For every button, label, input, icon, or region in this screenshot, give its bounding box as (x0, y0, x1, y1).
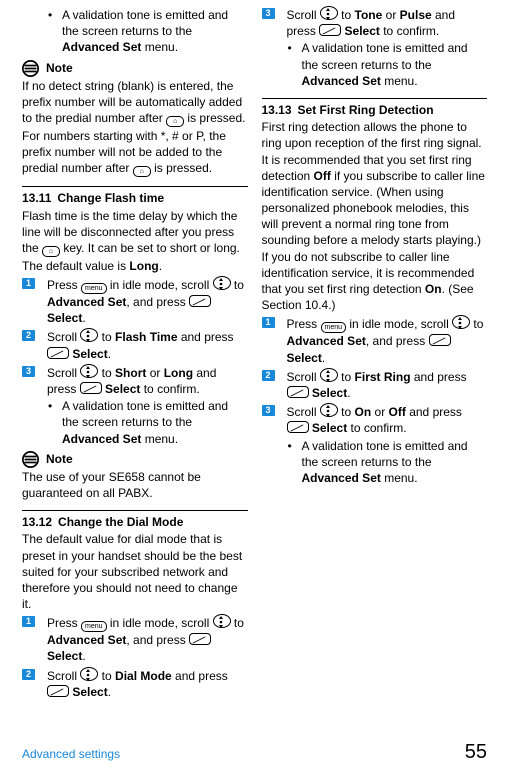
validation-bullet: • A validation tone is emitted and the s… (262, 40, 488, 89)
menu-key-icon: menu (81, 283, 107, 294)
validation-bullet: • A validation tone is emitted and the s… (262, 438, 488, 487)
note-label: Note (46, 60, 73, 76)
softkey-icon (287, 386, 309, 398)
step-2: 2 Scroll to Dial Mode and press Select. (22, 667, 248, 700)
softkey-icon (189, 295, 211, 307)
step-number-badge: 1 (22, 278, 35, 289)
step-text: Scroll to First Ring and press Select. (287, 368, 488, 401)
bullet-text: A validation tone is emitted and the scr… (62, 398, 248, 447)
page-footer: Advanced settings 55 (22, 739, 487, 766)
softkey-icon (287, 421, 309, 433)
nav-key-icon (213, 614, 231, 628)
step-text: Scroll to Short or Long and press Select… (47, 364, 248, 397)
step-3: 3 Scroll to On or Off and press Select t… (262, 403, 488, 436)
note-body-1: If no detect string (blank) is entered, … (22, 78, 248, 127)
menu-key-icon: menu (81, 621, 107, 632)
hangup-key-icon: ⌂ (42, 246, 60, 257)
note-icon (22, 60, 39, 77)
nav-key-icon (80, 667, 98, 681)
note-header: Note (22, 60, 248, 77)
softkey-icon (319, 24, 341, 36)
step-1: 1 Press menu in idle mode, scroll to Adv… (22, 276, 248, 326)
step-2: 2 Scroll to Flash Time and press Select. (22, 328, 248, 361)
bullet-dot: • (48, 7, 62, 23)
softkey-icon (189, 633, 211, 645)
step-number-badge: 3 (262, 405, 275, 416)
step-number-badge: 1 (22, 616, 35, 627)
nav-key-icon (213, 276, 231, 290)
softkey-icon (47, 347, 69, 359)
note-label: Note (46, 451, 73, 467)
footer-section-name: Advanced settings (22, 746, 120, 762)
hangup-key-icon: ⌂ (166, 116, 184, 127)
note-body: The use of your SE658 cannot be guarante… (22, 469, 248, 501)
validation-bullet: • A validation tone is emitted and the s… (22, 7, 248, 56)
bullet-text: A validation tone is emitted and the scr… (302, 40, 488, 89)
nav-key-icon (320, 368, 338, 382)
step-1: 1 Press menu in idle mode, scroll to Adv… (262, 315, 488, 365)
step-3: 3 Scroll to Tone or Pulse and press Sele… (262, 6, 488, 39)
section-13-11-default: The default value is Long. (22, 258, 248, 274)
divider (22, 510, 248, 511)
bullet-dot: • (288, 438, 302, 454)
section-13-11-intro: Flash time is the time delay by which th… (22, 208, 248, 257)
divider (262, 98, 488, 99)
step-text: Press menu in idle mode, scroll to Advan… (47, 276, 248, 326)
step-2: 2 Scroll to First Ring and press Select. (262, 368, 488, 401)
step-number-badge: 2 (22, 669, 35, 680)
nav-key-icon (320, 403, 338, 417)
bullet-text: A validation tone is emitted and the scr… (62, 7, 248, 56)
validation-bullet: • A validation tone is emitted and the s… (22, 398, 248, 447)
nav-key-icon (320, 6, 338, 20)
section-13-13-title: 13.13Set First Ring Detection (262, 102, 488, 118)
note-header: Note (22, 451, 248, 468)
section-13-12-intro: The default value for dial mode that is … (22, 531, 248, 612)
note-body-2: For numbers starting with *, # or P, the… (22, 128, 248, 177)
step-number-badge: 3 (22, 366, 35, 377)
step-number-badge: 2 (22, 330, 35, 341)
softkey-icon (429, 334, 451, 346)
note-icon (22, 451, 39, 468)
section-13-12-title: 13.12Change the Dial Mode (22, 514, 248, 530)
step-number-badge: 3 (262, 8, 275, 19)
section-13-13-intro: First ring detection allows the phone to… (262, 119, 488, 313)
step-number-badge: 1 (262, 317, 275, 328)
nav-key-icon (80, 328, 98, 342)
nav-key-icon (80, 364, 98, 378)
hangup-key-icon: ⌂ (133, 166, 151, 177)
bullet-text: A validation tone is emitted and the scr… (302, 438, 488, 487)
footer-page-number: 55 (465, 739, 487, 766)
step-text: Press menu in idle mode, scroll to Advan… (287, 315, 488, 365)
divider (22, 186, 248, 187)
step-number-badge: 2 (262, 370, 275, 381)
softkey-icon (80, 382, 102, 394)
nav-key-icon (452, 315, 470, 329)
bullet-dot: • (48, 398, 62, 414)
step-text: Scroll to On or Off and press Select to … (287, 403, 488, 436)
menu-key-icon: menu (321, 322, 347, 333)
step-text: Press menu in idle mode, scroll to Advan… (47, 614, 248, 664)
step-text: Scroll to Flash Time and press Select. (47, 328, 248, 361)
step-text: Scroll to Tone or Pulse and press Select… (287, 6, 488, 39)
step-1: 1 Press menu in idle mode, scroll to Adv… (22, 614, 248, 664)
step-3: 3 Scroll to Short or Long and press Sele… (22, 364, 248, 397)
step-text: Scroll to Dial Mode and press Select. (47, 667, 248, 700)
softkey-icon (47, 685, 69, 697)
section-13-11-title: 13.11Change Flash time (22, 190, 248, 206)
bullet-dot: • (288, 40, 302, 56)
